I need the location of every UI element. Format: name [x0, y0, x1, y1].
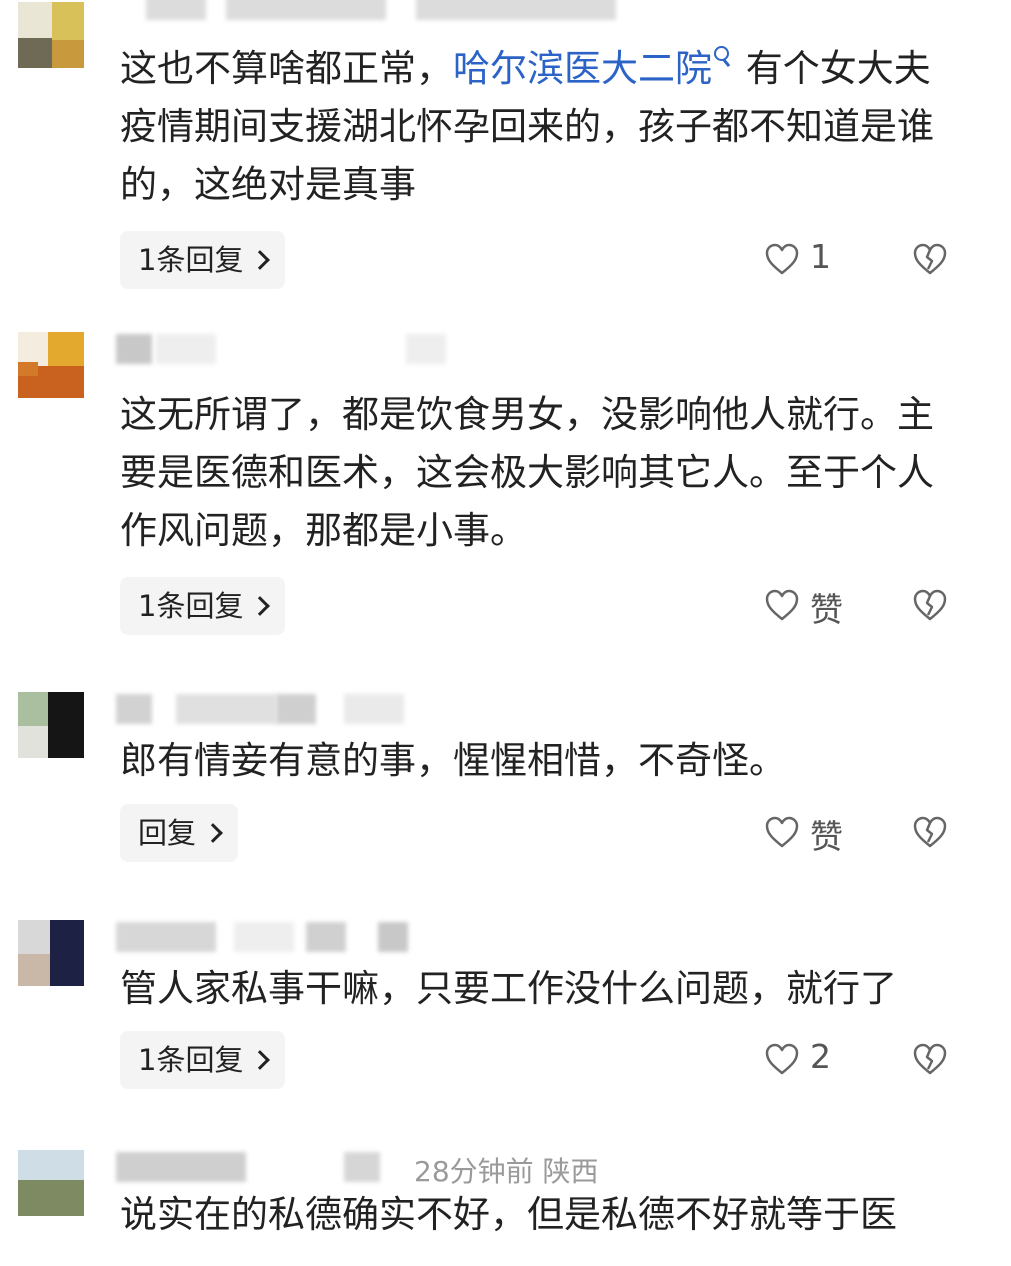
- comment-item: 28分钟前 陕西 说实在的私德确实不好，但是私德不好就等于医: [0, 1148, 1011, 1266]
- broken-heart-icon: [913, 816, 947, 848]
- broken-heart-icon: [913, 589, 947, 621]
- search-icon: [712, 40, 734, 74]
- link-label: 哈尔滨医大二院: [453, 47, 712, 90]
- avatar[interactable]: [18, 1150, 84, 1216]
- chevron-right-icon: [250, 1050, 271, 1070]
- heart-outline-icon: [765, 589, 799, 621]
- reply-button[interactable]: 1条回复: [120, 231, 286, 289]
- like-label: 赞: [810, 817, 843, 856]
- heart-outline-icon: [765, 243, 799, 275]
- like-count: 1: [810, 237, 831, 276]
- reply-button[interactable]: 1条回复: [120, 577, 286, 635]
- broken-heart-icon: [913, 1043, 947, 1075]
- dislike-button[interactable]: [912, 242, 948, 280]
- chevron-right-icon: [250, 250, 271, 270]
- broken-heart-icon: [913, 243, 947, 275]
- dislike-button[interactable]: [912, 588, 948, 626]
- reply-button[interactable]: 回复: [120, 804, 239, 862]
- comment-text: 这也不算啥都正常，哈尔滨医大二院 有个女大夫疫情期间支援湖北怀孕回来的，孩子都不…: [120, 40, 960, 214]
- comment-text: 这无所谓了，都是饮食男女，没影响他人就行。主要是医德和医术，这会极大影响其它人。…: [120, 393, 934, 552]
- reply-label: 1条回复: [138, 589, 244, 623]
- chevron-right-icon: [250, 596, 271, 616]
- hashtag-link[interactable]: 哈尔滨医大二院: [453, 46, 734, 90]
- avatar[interactable]: [18, 332, 84, 398]
- comment-text: 说实在的私德确实不好，但是私德不好就等于医: [120, 1193, 897, 1236]
- comment-text: 郎有情妾有意的事，惺惺相惜，不奇怪。: [120, 739, 786, 782]
- reply-button[interactable]: 1条回复: [120, 1031, 286, 1089]
- comment-item: 郎有情妾有意的事，惺惺相惜，不奇怪。 回复 赞: [0, 690, 1011, 890]
- like-label: 赞: [810, 590, 843, 629]
- comment-time-location: 28分钟前 陕西: [414, 1155, 599, 1188]
- comment-meta: 28分钟前 陕西: [116, 1152, 636, 1188]
- avatar[interactable]: [18, 2, 84, 68]
- comment-text: 管人家私事干嘛，只要工作没什么问题，就行了: [120, 967, 897, 1010]
- dislike-button[interactable]: [912, 815, 948, 853]
- heart-outline-icon: [765, 816, 799, 848]
- dislike-button[interactable]: [912, 1042, 948, 1080]
- reply-label: 回复: [138, 816, 197, 850]
- reply-label: 1条回复: [138, 243, 244, 277]
- like-count: 2: [810, 1037, 831, 1076]
- comment-item: 这无所谓了，都是饮食男女，没影响他人就行。主要是医德和医术，这会极大影响其它人。…: [0, 330, 1011, 650]
- avatar[interactable]: [18, 692, 84, 758]
- reply-label: 1条回复: [138, 1043, 244, 1077]
- comment-item: 管人家私事干嘛，只要工作没什么问题，就行了 1条回复 2: [0, 918, 1011, 1118]
- comment-text-part: 这也不算啥都正常，: [120, 47, 453, 90]
- comment-item: 这也不算啥都正常，哈尔滨医大二院 有个女大夫疫情期间支援湖北怀孕回来的，孩子都不…: [0, 0, 1011, 300]
- avatar[interactable]: [18, 920, 84, 986]
- chevron-right-icon: [203, 823, 223, 843]
- heart-outline-icon: [765, 1043, 799, 1075]
